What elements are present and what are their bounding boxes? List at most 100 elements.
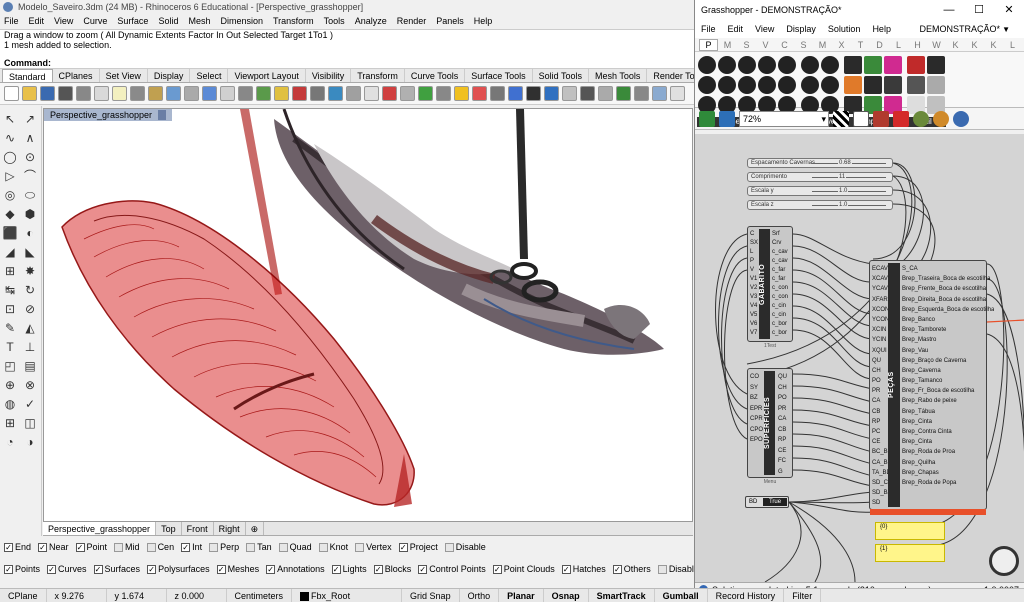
input-param[interactable]: EPO	[750, 435, 763, 446]
toolbar-tool-icon[interactable]	[526, 86, 541, 101]
filter-points[interactable]: ✓ Points	[4, 564, 40, 574]
tab-transform[interactable]: Transform	[351, 69, 405, 82]
toolbar-tool-icon[interactable]	[418, 86, 433, 101]
output-param[interactable]: c_cin	[772, 311, 788, 320]
tab-standard[interactable]: Standard	[2, 69, 53, 82]
filter-lights[interactable]: ✓ Lights	[331, 564, 367, 574]
tab-mesh-tools[interactable]: Mesh Tools	[589, 69, 648, 82]
tab-set-view[interactable]: Set View	[100, 69, 148, 82]
osnap-mid[interactable]: Mid	[114, 542, 140, 552]
checkbox[interactable]: ✓	[612, 564, 622, 574]
toolbar-tool-icon[interactable]	[220, 86, 235, 101]
output-param[interactable]: PO	[778, 393, 787, 404]
input-param[interactable]: V7	[750, 329, 758, 338]
slider-value[interactable]: 11	[838, 173, 847, 181]
gh-tab-1[interactable]: M	[718, 40, 737, 50]
side-tool-icon[interactable]: ∿	[2, 130, 18, 146]
close-icon[interactable]: ✕	[994, 0, 1024, 20]
gh-tab-8[interactable]: T	[851, 40, 870, 50]
tab-viewport-layout[interactable]: Viewport Layout	[228, 69, 306, 82]
gh-tab-4[interactable]: C	[775, 40, 794, 50]
gh-menu-help[interactable]: Help	[872, 24, 891, 34]
component-icon[interactable]	[864, 56, 882, 74]
output-param[interactable]: Srf	[772, 230, 788, 239]
output-param[interactable]: Brep_Fr_Boca de escotilha	[902, 386, 994, 396]
input-param[interactable]: CO	[750, 372, 763, 383]
toolbar-tool-icon[interactable]	[58, 86, 73, 101]
checkbox[interactable]	[657, 564, 667, 574]
toolbar-tool-icon[interactable]	[400, 86, 415, 101]
viewport-title[interactable]: Perspective_grasshopper	[44, 109, 173, 121]
toolbar-tool-icon[interactable]	[454, 86, 469, 101]
output-param[interactable]: c_cav	[772, 248, 788, 257]
gh-document-name[interactable]: DEMONSTRAÇÃO*	[919, 24, 1000, 34]
filter-hatches[interactable]: ✓ Hatches	[561, 564, 606, 574]
output-param[interactable]: RP	[778, 435, 787, 446]
toolbar-tool-icon[interactable]	[184, 86, 199, 101]
output-param[interactable]: G	[778, 467, 787, 478]
toolbar-tool-icon[interactable]	[670, 86, 685, 101]
status-toggle-gumball[interactable]: Gumball	[655, 588, 708, 602]
slider-value[interactable]: 0.68	[838, 159, 852, 167]
checkbox[interactable]: ✓	[75, 542, 85, 552]
viewport-tab-top[interactable]: Top	[156, 522, 182, 535]
chevron-down-icon[interactable]: ▼	[1002, 25, 1010, 34]
checkbox[interactable]: ✓	[373, 564, 383, 574]
checkbox[interactable]	[444, 542, 454, 552]
output-param[interactable]: Brep_Banco	[902, 315, 994, 325]
checkbox[interactable]: ✓	[398, 542, 408, 552]
command-line[interactable]: Command:	[0, 57, 694, 69]
status-layer[interactable]: Fbx_Root	[292, 588, 403, 602]
side-tool-icon[interactable]: ↗	[22, 111, 38, 127]
output-param[interactable]: Crv	[772, 239, 788, 248]
component-icon[interactable]	[738, 76, 756, 94]
component-icon[interactable]	[907, 56, 925, 74]
slider-track[interactable]	[812, 191, 886, 192]
menu-render[interactable]: Render	[397, 14, 427, 29]
side-tool-icon[interactable]: ▤	[22, 358, 38, 374]
slider-value[interactable]: 1.0	[838, 201, 849, 209]
menu-tools[interactable]: Tools	[324, 14, 345, 29]
status-toggle-smarttrack[interactable]: SmartTrack	[589, 588, 655, 602]
filter-curves[interactable]: ✓ Curves	[47, 564, 87, 574]
checkbox[interactable]: ✓	[492, 564, 502, 574]
toolbar-tool-icon[interactable]	[94, 86, 109, 101]
input-param[interactable]: SY	[750, 383, 763, 394]
osnap-point[interactable]: ✓ Point	[75, 542, 107, 552]
input-param[interactable]: C	[750, 230, 758, 239]
checkbox[interactable]: ✓	[331, 564, 341, 574]
side-tool-icon[interactable]: ↻	[22, 282, 38, 298]
input-param[interactable]: L	[750, 248, 758, 257]
toolbar-tool-icon[interactable]	[598, 86, 613, 101]
gh-menu-edit[interactable]: Edit	[728, 24, 744, 34]
checkbox[interactable]	[209, 542, 219, 552]
output-param[interactable]: c_cav	[772, 257, 788, 266]
checkbox[interactable]	[278, 542, 288, 552]
toolbar-tool-icon[interactable]	[328, 86, 343, 101]
side-tool-icon[interactable]: ◭	[22, 320, 38, 336]
side-tool-icon[interactable]: ↖	[2, 111, 18, 127]
viewport-tab-front[interactable]: Front	[182, 522, 214, 535]
toolbar-tool-icon[interactable]	[22, 86, 37, 101]
filter-point-clouds[interactable]: ✓ Point Clouds	[492, 564, 555, 574]
component-icon[interactable]	[801, 56, 819, 74]
tab-cplanes[interactable]: CPlanes	[53, 69, 100, 82]
output-param[interactable]: Brep_Caverna	[902, 366, 994, 376]
side-tool-icon[interactable]: ◣	[22, 244, 38, 260]
toolbar-tool-icon[interactable]	[364, 86, 379, 101]
side-tool-icon[interactable]: ◐	[22, 225, 38, 241]
add-viewport-icon[interactable]: ⊕	[246, 522, 265, 535]
slider-track[interactable]	[812, 177, 886, 178]
output-param[interactable]: CH	[778, 383, 787, 394]
output-param[interactable]: Brep_Tamborete	[902, 325, 994, 335]
side-tool-icon[interactable]: ◰	[2, 358, 18, 374]
side-tool-icon[interactable]: ▷	[2, 168, 18, 184]
gabarito-component[interactable]: C SX L P V V1 V2 V3 V4 V5 V6 V7 GABARITO Srf Crv c_ca…	[747, 226, 793, 349]
side-tool-icon[interactable]: ⬭	[22, 187, 38, 203]
pecas-component[interactable]: ECAV XCAV YCAV XFAR XCON YCON XCIN YCIN XQUI QU CH…	[869, 260, 994, 515]
toolbar-tool-icon[interactable]	[112, 86, 127, 101]
component-icon[interactable]	[844, 56, 862, 74]
gh-tab-16[interactable]: L	[1003, 40, 1022, 50]
osnap-tan[interactable]: Tan	[246, 542, 272, 552]
side-tool-icon[interactable]: ⊙	[22, 149, 38, 165]
